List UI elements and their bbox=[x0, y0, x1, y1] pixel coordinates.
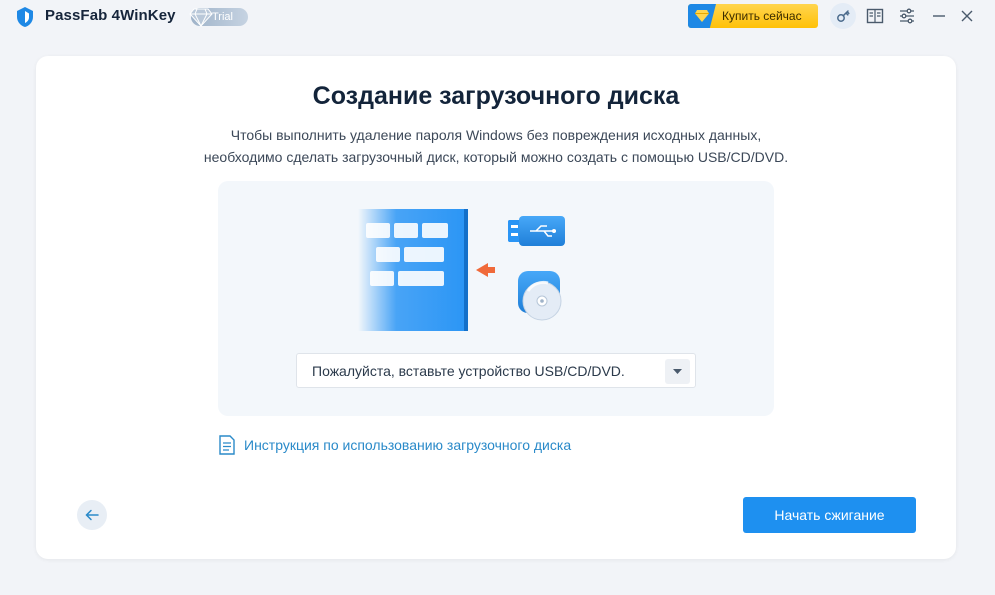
minimize-icon[interactable] bbox=[928, 5, 950, 27]
page-title: Создание загрузочного диска bbox=[312, 82, 680, 110]
trial-badge: Trial bbox=[189, 6, 248, 28]
trial-badge-label: Trial bbox=[212, 11, 233, 23]
page-description: Чтобы выполнить удаление пароля Windows … bbox=[36, 124, 956, 168]
description-line-1: Чтобы выполнить удаление пароля Windows … bbox=[230, 127, 762, 143]
app-title: PassFab 4WinKey bbox=[45, 7, 176, 24]
chevron-down-icon[interactable] bbox=[665, 359, 690, 384]
settings-sliders-icon[interactable] bbox=[896, 5, 918, 27]
buy-now-button[interactable]: Купить сейчас bbox=[688, 4, 818, 28]
close-icon[interactable] bbox=[956, 5, 978, 27]
usb-drive-icon bbox=[508, 216, 565, 246]
passfab-logo-icon bbox=[14, 6, 36, 28]
arrow-left-icon bbox=[85, 509, 99, 521]
main-card: Создание загрузочного диска Чтобы выполн… bbox=[36, 56, 956, 559]
cd-disc-icon bbox=[518, 271, 562, 321]
description-line-2: необходимо сделать загрузочный диск, кот… bbox=[203, 149, 789, 165]
book-icon[interactable] bbox=[864, 5, 886, 27]
buy-now-label: Купить сейчас bbox=[722, 9, 802, 23]
device-select-dropdown[interactable]: Пожалуйста, вставьте устройство USB/CD/D… bbox=[296, 353, 696, 388]
diamond-icon bbox=[688, 4, 716, 28]
illustration-panel: Пожалуйста, вставьте устройство USB/CD/D… bbox=[218, 181, 774, 416]
start-burn-button[interactable]: Начать сжигание bbox=[743, 497, 916, 533]
boot-disk-guide-link[interactable]: Инструкция по использованию загрузочного… bbox=[218, 434, 571, 456]
boot-disk-illustration bbox=[358, 209, 565, 331]
guide-link-label: Инструкция по использованию загрузочного… bbox=[244, 437, 572, 453]
back-button[interactable] bbox=[77, 500, 107, 530]
arrow-left-icon bbox=[476, 263, 495, 277]
diamond-icon bbox=[189, 6, 213, 28]
title-bar: PassFab 4WinKey Trial Купить сейчас bbox=[0, 0, 995, 34]
document-icon bbox=[218, 435, 236, 455]
key-icon[interactable] bbox=[830, 3, 856, 29]
device-select-value: Пожалуйста, вставьте устройство USB/CD/D… bbox=[312, 362, 625, 379]
